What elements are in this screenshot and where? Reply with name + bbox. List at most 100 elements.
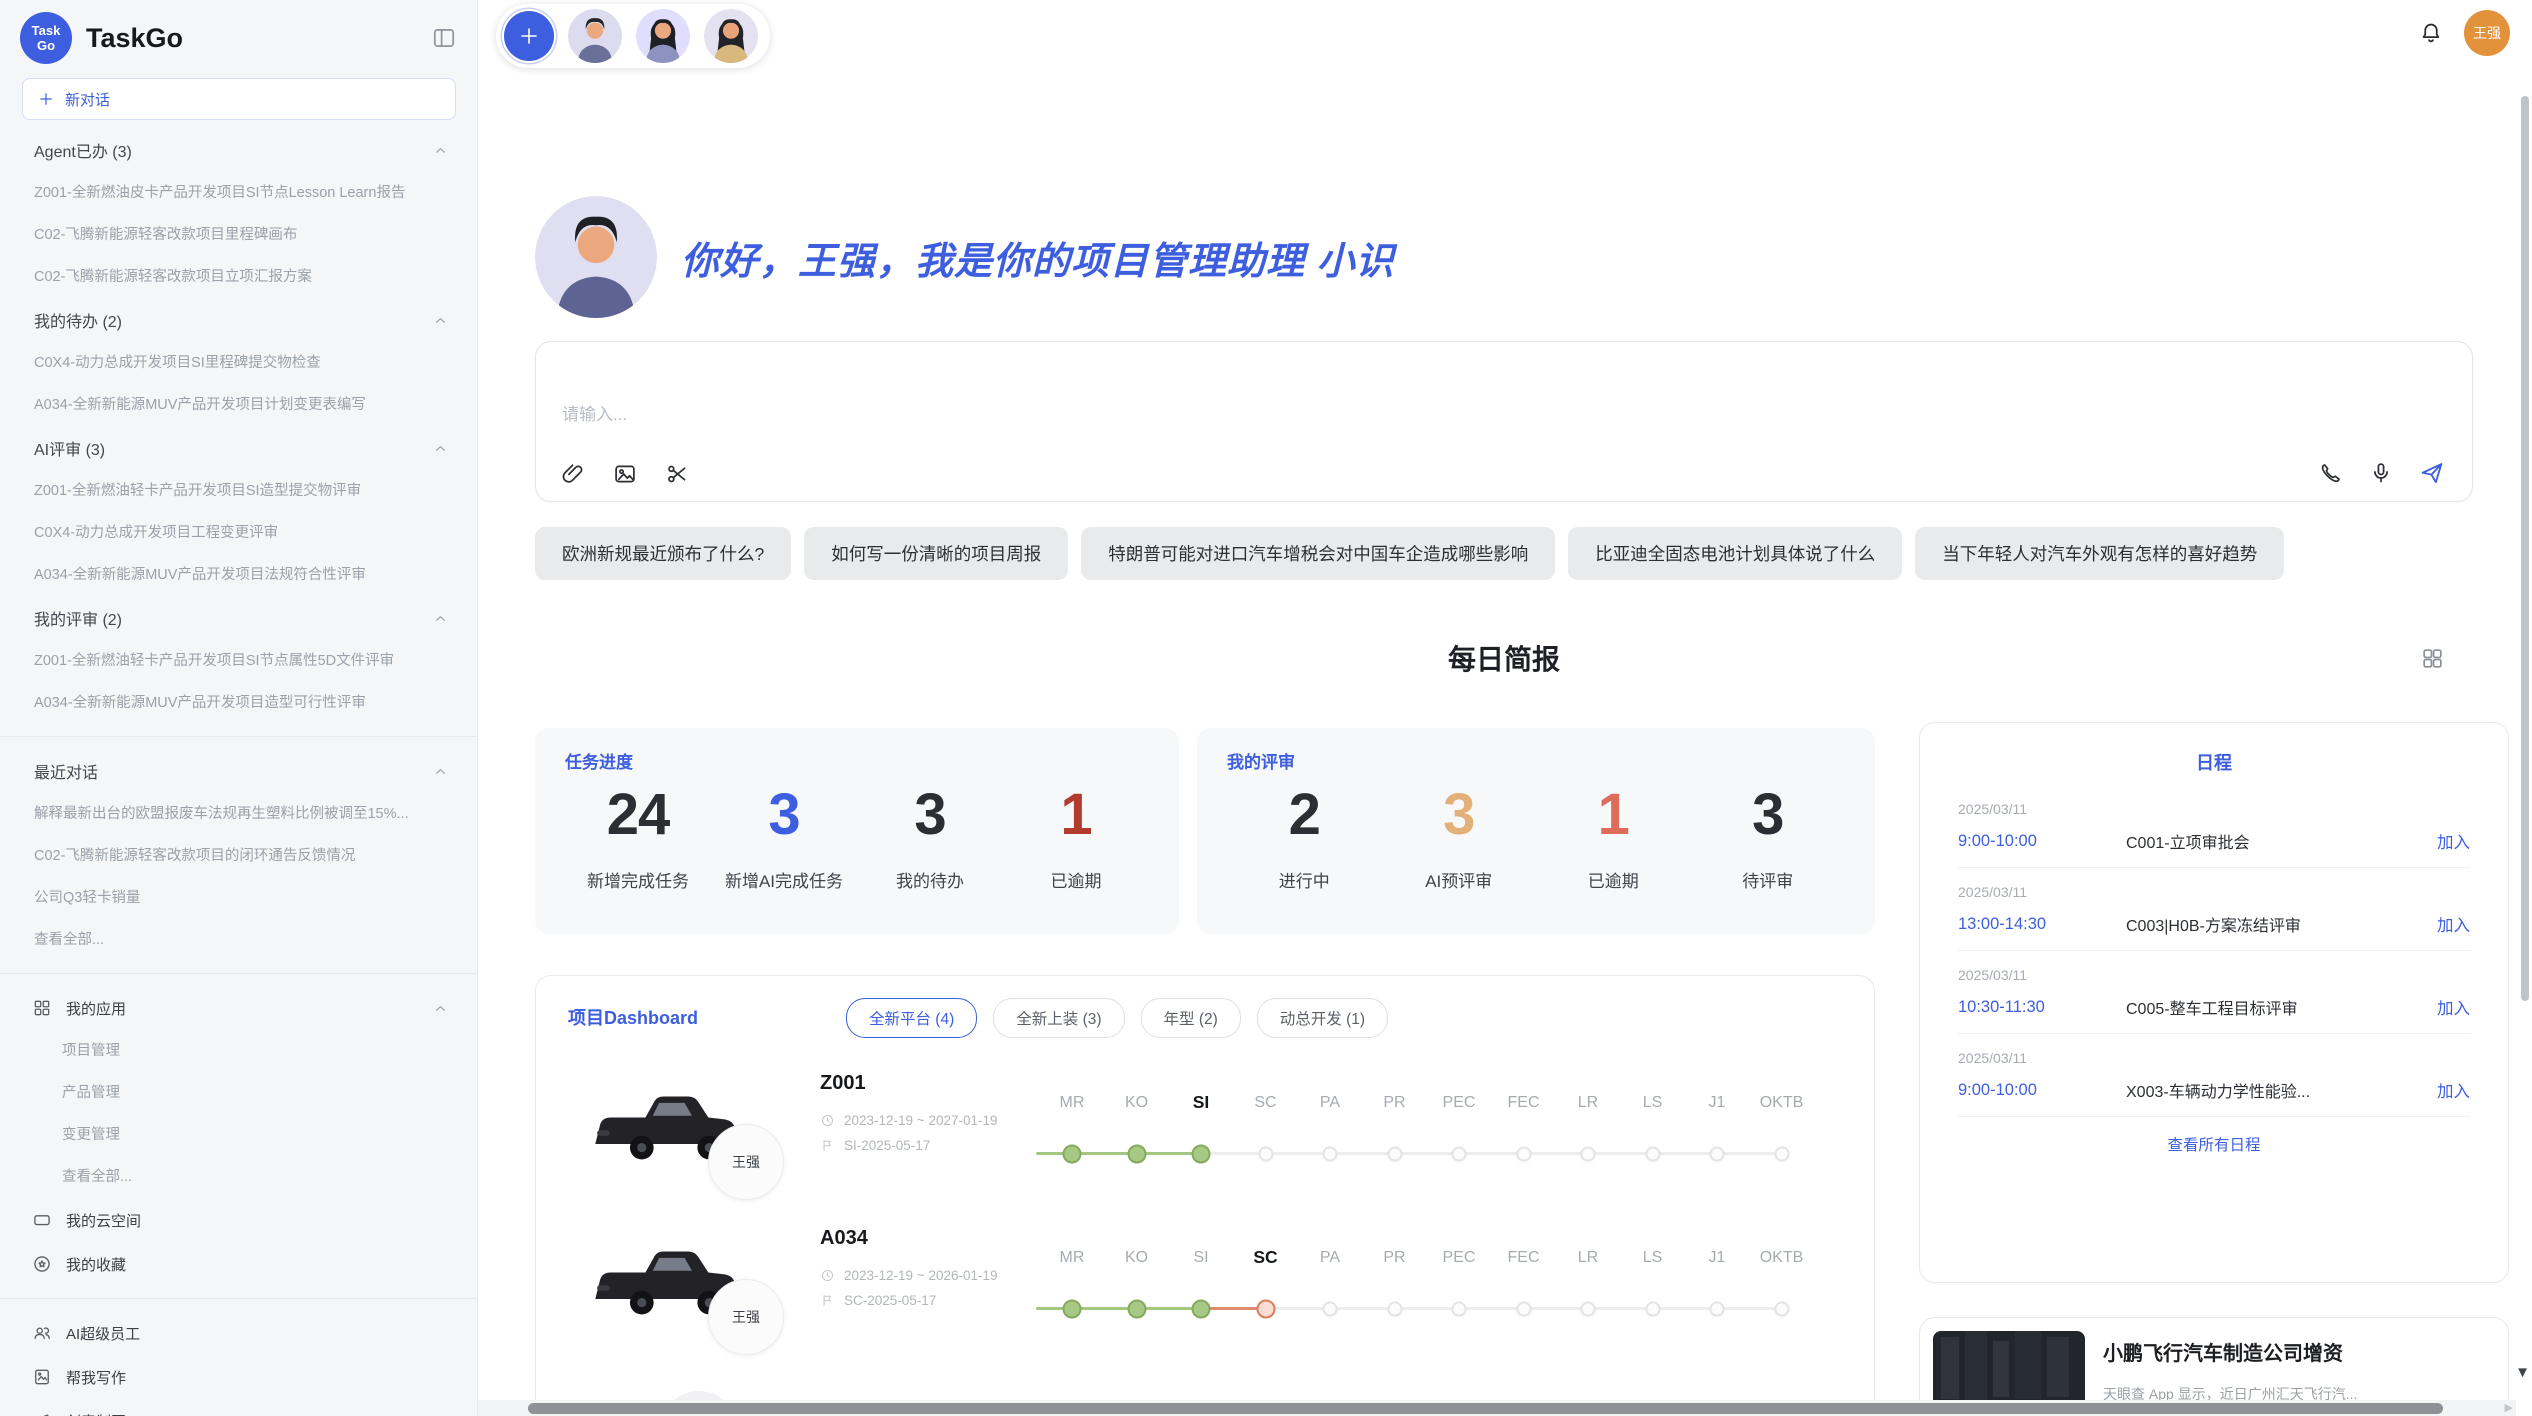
agent-avatar-2[interactable] xyxy=(636,9,690,63)
image-icon[interactable] xyxy=(612,461,638,487)
recent-conversation-item[interactable]: 解释最新出台的欧盟报废车法规再生塑料比例被调至15%... xyxy=(0,793,477,835)
scroll-right-arrow[interactable]: ▶ xyxy=(2505,1401,2513,1414)
recent-conversation-item[interactable]: C02-飞腾新能源轻客改款项目的闭环通告反馈情况 xyxy=(0,835,477,877)
sidebar-item[interactable]: C02-飞腾新能源轻客改款项目立项汇报方案 xyxy=(0,256,477,298)
suggestion-chip[interactable]: 比亚迪全固态电池计划具体说了什么 xyxy=(1568,527,1902,580)
milestone-dot[interactable] xyxy=(1710,1302,1725,1317)
milestone-dot[interactable] xyxy=(1387,1147,1402,1162)
sidebar-section-header[interactable]: Agent已办 (3) xyxy=(0,128,477,172)
milestone-dot[interactable] xyxy=(1452,1147,1467,1162)
suggestion-chip[interactable]: 特朗普可能对进口汽车增税会对中国车企造成哪些影响 xyxy=(1081,527,1555,580)
suggestion-chip[interactable]: 欧洲新规最近颁布了什么? xyxy=(535,527,791,580)
add-agent-button[interactable] xyxy=(504,11,554,61)
notification-bell-icon[interactable] xyxy=(2418,20,2444,46)
collapse-sidebar-icon[interactable] xyxy=(431,25,457,51)
sidebar-item-label: 我的收藏 xyxy=(66,1254,126,1275)
stat-label: 新增完成任务 xyxy=(565,867,711,892)
app-item[interactable]: 项目管理 xyxy=(0,1030,477,1072)
milestone-dot[interactable] xyxy=(1192,1145,1211,1164)
scroll-down-arrow[interactable]: ▼ xyxy=(2515,1364,2530,1381)
milestone-dot[interactable] xyxy=(1258,1147,1273,1162)
milestone-dot[interactable] xyxy=(1516,1147,1531,1162)
view-all-conversations-link[interactable]: 查看全部... xyxy=(0,919,477,961)
sidebar-item[interactable]: C0X4-动力总成开发项目SI里程碑提交物检查 xyxy=(0,342,477,384)
join-button[interactable]: 加入 xyxy=(2437,829,2470,853)
sidebar-item[interactable]: C0X4-动力总成开发项目工程变更评审 xyxy=(0,512,477,554)
milestone-dot[interactable] xyxy=(1127,1300,1146,1319)
dashboard-tab[interactable]: 年型 (2) xyxy=(1141,998,1241,1038)
milestone-dot[interactable] xyxy=(1063,1300,1082,1319)
view-all-apps-link[interactable]: 查看全部... xyxy=(0,1156,477,1198)
scissors-icon[interactable] xyxy=(664,461,690,487)
sidebar-tool-ai-staff[interactable]: AI超级员工 xyxy=(0,1311,477,1355)
project-milestone-date: SI-2025-05-17 xyxy=(820,1138,998,1153)
milestone-label: J1 xyxy=(1685,1094,1749,1112)
milestone-dot[interactable] xyxy=(1710,1147,1725,1162)
sidebar-item[interactable]: A034-全新新能源MUV产品开发项目法规符合性评审 xyxy=(0,554,477,596)
milestone-dot[interactable] xyxy=(1452,1302,1467,1317)
dashboard-tab[interactable]: 动总开发 (1) xyxy=(1257,998,1388,1038)
sidebar-item[interactable]: Z001-全新燃油轻卡产品开发项目SI节点属性5D文件评审 xyxy=(0,640,477,682)
sidebar-section-header[interactable]: 我的待办 (2) xyxy=(0,298,477,342)
horizontal-scrollbar-track: ▶ xyxy=(478,1400,2516,1416)
sidebar-section-header[interactable]: 我的评审 (2) xyxy=(0,596,477,640)
dashboard-tab[interactable]: 全新上装 (3) xyxy=(993,998,1124,1038)
composer-right-tools xyxy=(2318,459,2446,487)
app-item[interactable]: 产品管理 xyxy=(0,1072,477,1114)
topbar-right: 王强 xyxy=(2418,10,2510,56)
sidebar-item[interactable]: A034-全新新能源MUV产品开发项目造型可行性评审 xyxy=(0,682,477,724)
sidebar-item[interactable]: Z001-全新燃油轻卡产品开发项目SI造型提交物评审 xyxy=(0,470,477,512)
stat-label: AI预评审 xyxy=(1382,867,1537,892)
recent-conversation-item[interactable]: 公司Q3轻卡销量 xyxy=(0,877,477,919)
sidebar-item-favorites[interactable]: 我的收藏 xyxy=(0,1242,477,1286)
milestone-dot[interactable] xyxy=(1774,1147,1789,1162)
milestone-dot[interactable] xyxy=(1645,1147,1660,1162)
milestone-dot[interactable] xyxy=(1387,1302,1402,1317)
phone-icon[interactable] xyxy=(2318,460,2344,486)
suggestion-chip[interactable]: 当下年轻人对汽车外观有怎样的喜好趋势 xyxy=(1915,527,2284,580)
send-icon[interactable] xyxy=(2418,459,2446,487)
agent-avatar-1[interactable] xyxy=(568,9,622,63)
horizontal-scrollbar[interactable] xyxy=(528,1403,2443,1414)
sidebar-tool-writing[interactable]: 帮我写作 xyxy=(0,1355,477,1399)
paperclip-icon[interactable] xyxy=(560,461,586,487)
milestone-dot[interactable] xyxy=(1323,1302,1338,1317)
new-chat-button[interactable]: 新对话 xyxy=(22,78,456,120)
milestone-dot[interactable] xyxy=(1192,1300,1211,1319)
favorites-icon xyxy=(32,1254,52,1274)
suggestion-chip[interactable]: 如何写一份清晰的项目周报 xyxy=(804,527,1068,580)
milestone-dot[interactable] xyxy=(1516,1302,1531,1317)
sidebar-item[interactable]: C02-飞腾新能源轻客改款项目里程碑画布 xyxy=(0,214,477,256)
sidebar-item-my-apps[interactable]: 我的应用 xyxy=(0,986,477,1030)
user-avatar[interactable]: 王强 xyxy=(2464,10,2510,56)
join-button[interactable]: 加入 xyxy=(2437,912,2470,936)
sidebar-item[interactable]: A034-全新新能源MUV产品开发项目计划变更表编写 xyxy=(0,384,477,426)
milestone-dot[interactable] xyxy=(1323,1147,1338,1162)
agent-avatar-3[interactable] xyxy=(704,9,758,63)
stat-column: 1已逾期 xyxy=(1536,779,1691,892)
join-button[interactable]: 加入 xyxy=(2437,995,2470,1019)
milestone-dot[interactable] xyxy=(1645,1302,1660,1317)
milestone-dot[interactable] xyxy=(1127,1145,1146,1164)
milestone-dot[interactable] xyxy=(1581,1302,1596,1317)
stat-value: 3 xyxy=(1382,779,1537,851)
app-item[interactable]: 变更管理 xyxy=(0,1114,477,1156)
event-main: 13:00-14:30C003|H0B-方案冻结评审加入 xyxy=(1958,912,2470,936)
dashboard-tab[interactable]: 全新平台 (4) xyxy=(846,998,977,1038)
sidebar-section-recent-header[interactable]: 最近对话 xyxy=(0,749,477,793)
message-input[interactable] xyxy=(560,398,2064,442)
join-button[interactable]: 加入 xyxy=(2437,1078,2470,1102)
milestone-dot[interactable] xyxy=(1774,1302,1789,1317)
view-all-schedule-link[interactable]: 查看所有日程 xyxy=(1958,1133,2470,1155)
schedule-events: 2025/03/119:00-10:00C001-立项审批会加入2025/03/… xyxy=(1958,785,2470,1117)
sidebar-item[interactable]: Z001-全新燃油皮卡产品开发项目SI节点Lesson Learn报告 xyxy=(0,172,477,214)
milestone-dot[interactable] xyxy=(1256,1300,1275,1319)
milestone-dot[interactable] xyxy=(1063,1145,1082,1164)
vertical-scrollbar[interactable] xyxy=(2521,96,2529,1001)
sidebar-item-cloud-space[interactable]: 我的云空间 xyxy=(0,1198,477,1242)
sidebar-tool-drawing[interactable]: 创意制图 xyxy=(0,1399,477,1416)
layout-grid-icon[interactable] xyxy=(2420,646,2445,671)
sidebar-section-header[interactable]: AI评审 (3) xyxy=(0,426,477,470)
mic-icon[interactable] xyxy=(2368,460,2394,486)
milestone-dot[interactable] xyxy=(1581,1147,1596,1162)
